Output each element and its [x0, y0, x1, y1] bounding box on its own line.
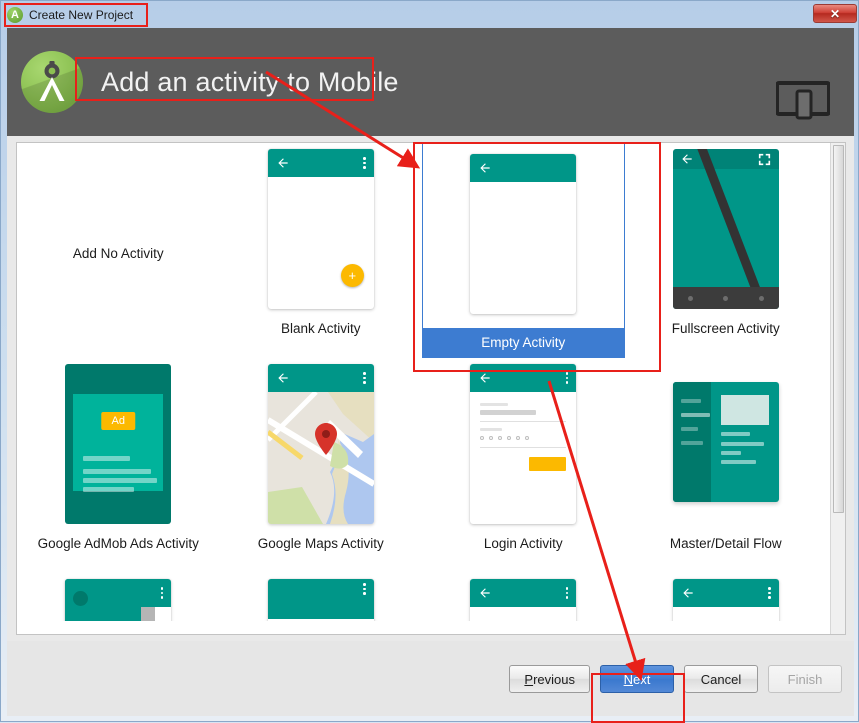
login-submit-button-shape [529, 457, 567, 471]
activity-label: Fullscreen Activity [671, 321, 780, 336]
window-title: Create New Project [29, 7, 134, 22]
navigation-drawer-thumbnail [65, 579, 172, 621]
activity-card-add-no-activity[interactable]: Add No Activity [17, 143, 220, 358]
back-arrow-icon [480, 373, 490, 383]
tabbed-activity-thumbnail [672, 579, 779, 621]
activity-gallery-panel: Add No Activity + Blank Activity Empty A… [7, 136, 854, 641]
activity-card-blank-activity[interactable]: + Blank Activity [220, 143, 423, 358]
activity-card-empty-activity[interactable]: Empty Activity [422, 143, 625, 358]
overflow-menu-icon [565, 587, 569, 599]
dialog-header: Add an activity to Mobile [7, 28, 854, 136]
page-title: Add an activity to Mobile [101, 66, 399, 97]
gallery-scrollbar-thumb[interactable] [833, 145, 844, 513]
back-arrow-icon [480, 163, 490, 173]
window-titlebar: A Create New Project ✕ [1, 1, 859, 28]
cancel-button[interactable]: Cancel [684, 665, 758, 693]
activity-label: Master/Detail Flow [669, 536, 782, 551]
map-preview [267, 392, 374, 524]
activity-label: Add No Activity [72, 246, 164, 261]
previous-button[interactable]: Previous [509, 665, 590, 693]
scrolling-activity-thumbnail [267, 579, 374, 621]
fullscreen-activity-thumbnail [672, 149, 779, 309]
previous-button-label: Previous [524, 671, 575, 687]
create-new-project-window: A Create New Project ✕ Add an activity t… [0, 0, 859, 723]
expand-icon [758, 153, 770, 165]
login-activity-thumbnail [470, 364, 577, 524]
overflow-menu-icon [363, 583, 366, 595]
master-detail-thumbnail [672, 364, 779, 524]
activity-label: Blank Activity [280, 321, 361, 336]
finish-button-label: Finish [787, 671, 823, 687]
android-studio-logo [21, 51, 83, 113]
finish-button: Finish [768, 665, 842, 693]
activity-grid-rows: Add No Activity + Blank Activity Empty A… [17, 143, 827, 621]
activity-card-google-maps-activity[interactable]: Google Maps Activity [220, 358, 423, 573]
blank-activity-thumbnail: + [267, 149, 374, 309]
dialog-footer: Previous Next Cancel Finish [7, 641, 854, 716]
activity-grid[interactable]: Add No Activity + Blank Activity Empty A… [16, 142, 846, 635]
floating-action-button-icon: + [340, 264, 364, 287]
overflow-menu-icon [363, 157, 366, 169]
tablet-phone-icon [775, 80, 831, 120]
close-icon[interactable]: ✕ [813, 4, 857, 23]
cancel-button-label: Cancel [700, 671, 742, 687]
back-arrow-icon [682, 154, 692, 164]
activity-card-settings-activity[interactable] [422, 573, 625, 621]
activity-label: Google Maps Activity [257, 536, 384, 551]
overflow-menu-icon [160, 587, 164, 599]
activity-card-scrolling-activity[interactable] [220, 573, 423, 621]
overflow-menu-icon [768, 587, 771, 599]
back-arrow-icon [480, 588, 490, 598]
next-button-label: Next [623, 671, 651, 687]
activity-card-master-detail-flow[interactable]: Master/Detail Flow [625, 358, 828, 573]
admob-activity-thumbnail: Ad [65, 364, 172, 524]
activity-label: Login Activity [483, 536, 563, 551]
settings-activity-thumbnail [470, 579, 577, 621]
activity-label: Empty Activity [423, 328, 624, 357]
overflow-menu-icon [565, 372, 569, 384]
maps-activity-thumbnail [267, 364, 374, 524]
dialog-button-row: Previous Next Cancel Finish [509, 665, 842, 693]
back-arrow-icon [683, 588, 693, 598]
back-arrow-icon [278, 373, 288, 383]
activity-card-tabbed-activity[interactable] [625, 573, 828, 621]
ad-badge: Ad [101, 412, 135, 430]
activity-label: Google AdMob Ads Activity [37, 536, 199, 551]
overflow-menu-icon [363, 372, 366, 384]
activity-card-navigation-drawer[interactable] [17, 573, 220, 621]
activity-card-login-activity[interactable]: Login Activity [422, 358, 625, 573]
activity-card-google-admob-ads-activity[interactable]: Ad Google AdMob Ads Activity [17, 358, 220, 573]
android-studio-icon: A [7, 6, 23, 23]
gallery-scrollbar[interactable] [830, 143, 845, 634]
next-button[interactable]: Next [600, 665, 674, 693]
back-arrow-icon [278, 158, 288, 168]
empty-activity-thumbnail [470, 154, 577, 314]
activity-card-fullscreen-activity[interactable]: Fullscreen Activity [625, 143, 828, 358]
